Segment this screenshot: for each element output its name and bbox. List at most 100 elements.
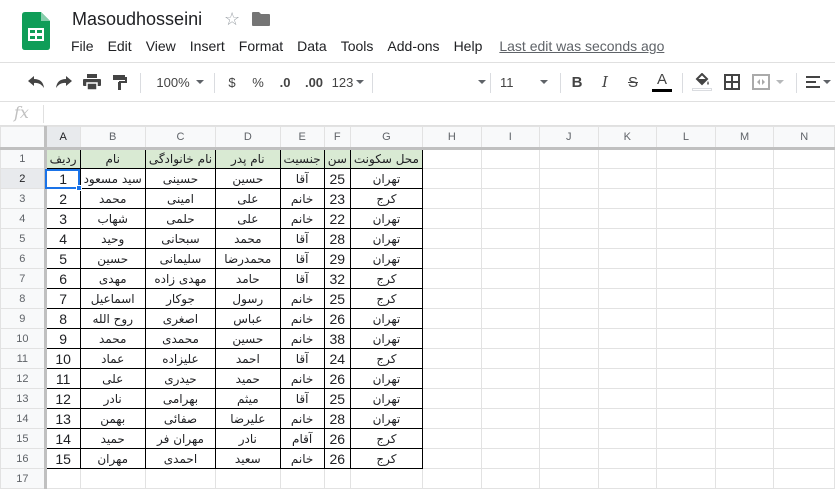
cell-k5[interactable] [597,228,658,249]
cell-l17[interactable] [656,468,716,489]
cell-g17[interactable] [349,468,423,489]
cell-h13[interactable] [421,388,482,409]
cell-g12[interactable]: تهران [349,368,423,389]
cell-m15[interactable] [714,428,775,449]
row-header-13[interactable]: 13 [0,388,47,409]
cell-f7[interactable]: 32 [323,268,351,289]
row-header-2[interactable]: 2 [0,168,47,189]
cell-l10[interactable] [656,328,716,349]
print-icon[interactable] [80,63,104,101]
cell-g1[interactable]: محل سکونت [349,148,423,169]
cell-g4[interactable]: تهران [349,208,423,229]
cell-f4[interactable]: 22 [323,208,351,229]
cell-k14[interactable] [597,408,658,429]
cell-h2[interactable] [421,168,482,189]
cell-d10[interactable]: حسین [215,328,281,349]
cell-l8[interactable] [656,288,716,309]
column-header-l[interactable]: L [656,126,716,150]
menu-view[interactable]: View [139,38,183,54]
cell-a10[interactable]: 9 [44,328,81,349]
cell-c14[interactable]: صفائی [144,408,217,429]
column-header-f[interactable]: F [323,126,351,150]
cell-d11[interactable]: احمد [215,348,281,369]
row-header-17[interactable]: 17 [0,468,47,489]
cell-f6[interactable]: 29 [323,248,351,269]
cell-b10[interactable]: محمد [79,328,146,349]
cell-i14[interactable] [480,408,541,429]
cell-c1[interactable]: نام خانوادگی [144,148,217,169]
cell-g13[interactable]: تهران [349,388,423,409]
sheets-logo-icon[interactable] [22,12,50,50]
cell-a13[interactable]: 12 [44,388,81,409]
cell-m5[interactable] [714,228,775,249]
cell-a8[interactable]: 7 [44,288,81,309]
cell-e9[interactable]: خانم [279,308,325,329]
cell-e15[interactable]: آقام [279,428,325,449]
cell-k11[interactable] [597,348,658,369]
cell-n10[interactable] [773,328,835,349]
cell-l12[interactable] [656,368,716,389]
text-color-button[interactable]: A [650,63,674,101]
cell-i6[interactable] [480,248,541,269]
cell-f3[interactable]: 23 [323,188,351,209]
cell-l15[interactable] [656,428,716,449]
cell-e14[interactable]: خانم [279,408,325,429]
cell-b4[interactable]: شهاب [79,208,146,229]
cell-f16[interactable]: 26 [323,448,351,469]
row-header-5[interactable]: 5 [0,228,47,249]
borders-icon[interactable] [720,63,744,101]
cell-f5[interactable]: 28 [323,228,351,249]
paint-format-icon[interactable] [108,63,132,101]
menu-file[interactable]: File [64,38,101,54]
cell-g14[interactable]: تهران [349,408,423,429]
cell-h10[interactable] [421,328,482,349]
cell-g15[interactable]: کرج [349,428,423,449]
cell-n5[interactable] [773,228,835,249]
cell-c12[interactable]: حیدری [144,368,217,389]
cell-f12[interactable]: 26 [323,368,351,389]
row-header-10[interactable]: 10 [0,328,47,349]
cell-b12[interactable]: علی [79,368,146,389]
cell-e6[interactable]: آقا [279,248,325,269]
cell-g8[interactable]: کرج [349,288,423,309]
cell-e1[interactable]: جنسیت [279,148,325,169]
cell-k7[interactable] [597,268,658,289]
cell-c6[interactable]: سلیمانی [144,248,217,269]
cell-e3[interactable]: خانم [279,188,325,209]
cell-h11[interactable] [421,348,482,369]
cell-i13[interactable] [480,388,541,409]
column-header-m[interactable]: M [714,126,775,150]
zoom-select[interactable]: 100% [150,63,210,101]
cell-d14[interactable]: علیرضا [215,408,281,429]
redo-icon[interactable] [52,63,76,101]
formula-input[interactable] [48,104,828,123]
cell-m16[interactable] [714,448,775,469]
selection-fill-handle[interactable] [76,184,83,191]
cell-n16[interactable] [773,448,835,469]
cell-h14[interactable] [421,408,482,429]
cell-i17[interactable] [480,468,541,489]
cell-c4[interactable]: حلمی [144,208,217,229]
cell-b9[interactable]: روح الله [79,308,146,329]
cell-m6[interactable] [714,248,775,269]
cell-h4[interactable] [421,208,482,229]
cell-e13[interactable]: آقا [279,388,325,409]
cell-f14[interactable]: 28 [323,408,351,429]
cell-h17[interactable] [421,468,482,489]
column-header-d[interactable]: D [215,126,281,150]
cell-f9[interactable]: 26 [323,308,351,329]
column-header-j[interactable]: J [539,126,599,150]
cell-a12[interactable]: 11 [44,368,81,389]
cell-g10[interactable]: تهران [349,328,423,349]
cell-i8[interactable] [480,288,541,309]
row-header-7[interactable]: 7 [0,268,47,289]
cell-d7[interactable]: حامد [215,268,281,289]
cell-g5[interactable]: تهران [349,228,423,249]
cell-g9[interactable]: تهران [349,308,423,329]
bold-button[interactable]: B [566,63,588,101]
cell-e7[interactable]: آقا [279,268,325,289]
cell-a5[interactable]: 4 [44,228,81,249]
row-header-9[interactable]: 9 [0,308,47,329]
cell-d6[interactable]: محمدرضا [215,248,281,269]
cell-m10[interactable] [714,328,775,349]
